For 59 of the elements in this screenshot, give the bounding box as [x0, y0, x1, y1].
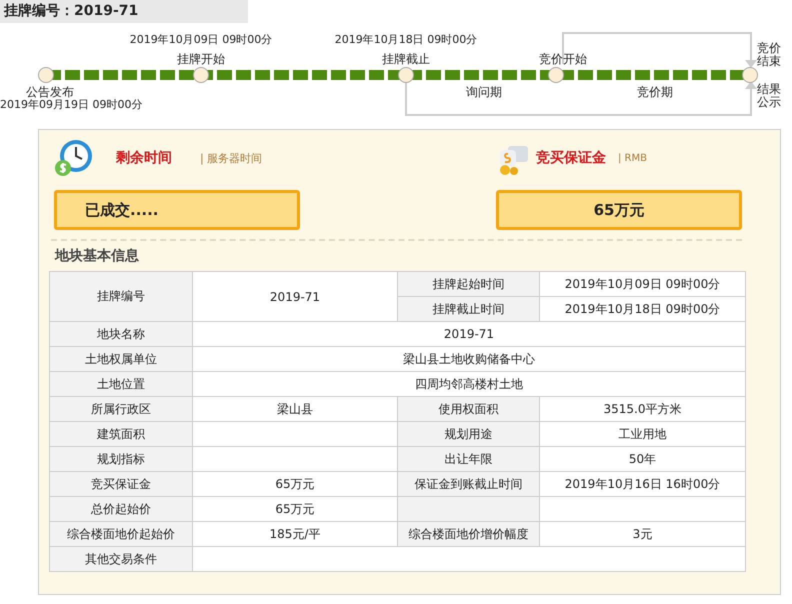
period-label: 竞价期: [636, 85, 674, 99]
deposit-box: 65万元: [496, 190, 742, 230]
timeline-node: [548, 67, 564, 83]
table-label: 总价起始价: [50, 496, 192, 522]
page-title: 挂牌编号：2019-71: [0, 0, 248, 23]
table-cell: 2019-71: [192, 322, 746, 346]
milestone-date: 2019年10月09日 09时00分: [128, 33, 274, 47]
remaining-time-title: 剩余时间: [116, 149, 172, 167]
table-cell: 梁山县土地收购储备中心: [192, 346, 746, 372]
arrow-down-icon: [745, 60, 757, 68]
table-label: 土地位置: [50, 372, 192, 396]
end-label: 结果公示: [757, 83, 781, 109]
milestone-label: 挂牌截止: [381, 52, 431, 66]
server-time-note: | 服务器时间: [200, 150, 262, 166]
table-label: 出让年限: [398, 446, 540, 472]
table-cell: 65万元: [192, 496, 398, 522]
timeline-node: [398, 67, 414, 83]
table-label: 规划用途: [398, 422, 540, 446]
table-label: 挂牌截止时间: [398, 296, 540, 322]
table-label: 综合楼面地价增价幅度: [398, 522, 540, 546]
arrow-up-icon: [745, 81, 757, 89]
table-cell: 2019年10月16日 16时00分: [540, 472, 746, 496]
table-label: 保证金到账截止时间: [398, 472, 540, 496]
timeline-node: [193, 67, 209, 83]
table-cell: 工业用地: [540, 422, 746, 446]
table-cell: 2019年10月18日 09时00分: [540, 296, 746, 322]
status-box: 已成交.....: [54, 190, 300, 230]
table-cell: 50年: [540, 446, 746, 472]
milestone-date: 2019年10月18日 09时00分: [334, 33, 478, 47]
milestone-label: 竞价开始: [538, 52, 588, 66]
milestone-label: 公告发布: [25, 85, 75, 99]
table-label: 使用权面积: [398, 396, 540, 422]
table-label: 建筑面积: [50, 422, 192, 446]
deposit-title: 竞买保证金: [536, 149, 606, 167]
table-label: 所属行政区: [50, 396, 192, 422]
table-cell: 185元/平: [192, 522, 398, 546]
clock-icon: [54, 138, 94, 178]
end-label: 竞价结束: [757, 42, 781, 68]
table-cell: 65万元: [192, 472, 398, 496]
table-cell: 3元: [540, 522, 746, 546]
table-cell: 2019年10月09日 09时00分: [540, 272, 746, 296]
table-label: 地块名称: [50, 322, 192, 346]
section-title: 地块基本信息: [55, 247, 140, 265]
table-label: 挂牌起始时间: [398, 272, 540, 296]
table-label: 挂牌编号: [50, 272, 192, 322]
timeline-node: [38, 67, 54, 83]
table-label: 土地权属单位: [50, 346, 192, 372]
table-label: 其他交易条件: [50, 546, 192, 572]
table-label: 综合楼面地价起始价: [50, 522, 192, 546]
table-label: 竞买保证金: [50, 472, 192, 496]
table-label: 规划指标: [50, 446, 192, 472]
period-label: 询问期: [465, 85, 503, 99]
table-cell: 3515.0平方米: [540, 396, 746, 422]
milestone-date: 2019年09月19日 09时00分: [0, 98, 142, 112]
milestone-label: 挂牌开始: [176, 52, 226, 66]
table-cell: 2019-71: [192, 272, 398, 322]
timeline-node: [742, 67, 758, 83]
table-cell: 梁山县: [192, 396, 398, 422]
currency-note: | RMB: [618, 152, 647, 164]
